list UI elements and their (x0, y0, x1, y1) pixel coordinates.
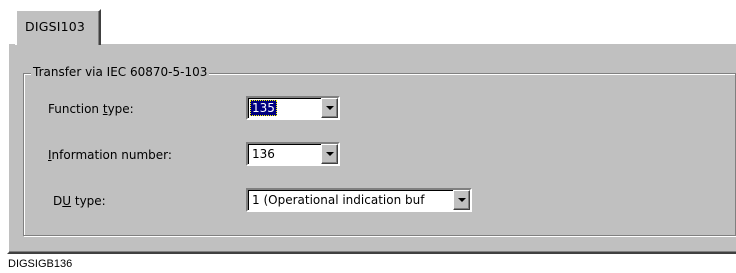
dialog-canvas: DIGSI103 Transfer via IEC 60870-5-103 Fu… (0, 0, 736, 273)
figure-caption: DIGSIGB136 (8, 258, 73, 270)
information-number-combo[interactable]: 136 (246, 142, 340, 166)
du-type-value: 1 (Operational indication buf (252, 193, 425, 207)
information-number-dropdown-button[interactable] (321, 144, 338, 164)
function-type-label-text: Function (48, 102, 103, 116)
function-type-combo[interactable]: 135 (246, 96, 340, 120)
tab-digsi103[interactable]: DIGSI103 (15, 9, 101, 45)
function-type-label: Function type: (48, 101, 134, 117)
information-number-value: 136 (252, 147, 275, 161)
chevron-down-icon (326, 152, 334, 156)
function-type-value: 135 (250, 100, 277, 116)
information-number-label: Information number: (48, 147, 172, 163)
du-type-combo[interactable]: 1 (Operational indication buf (246, 188, 472, 212)
group-title: Transfer via IEC 60870-5-103 (31, 63, 210, 81)
chevron-down-icon (326, 106, 334, 110)
du-type-label-text: D (53, 194, 63, 208)
du-type-dropdown-button[interactable] (453, 190, 470, 210)
tab-label: DIGSI103 (25, 19, 86, 34)
du-type-label-text-end: type: (71, 194, 106, 208)
information-number-label-text-end: nformation number: (51, 148, 172, 162)
du-type-label-mnemonic: U (62, 194, 72, 208)
function-type-label-text-end: ype: (107, 102, 134, 116)
chevron-down-icon (458, 198, 466, 202)
du-type-label: DU type: (53, 193, 106, 209)
function-type-dropdown-button[interactable] (321, 98, 338, 118)
